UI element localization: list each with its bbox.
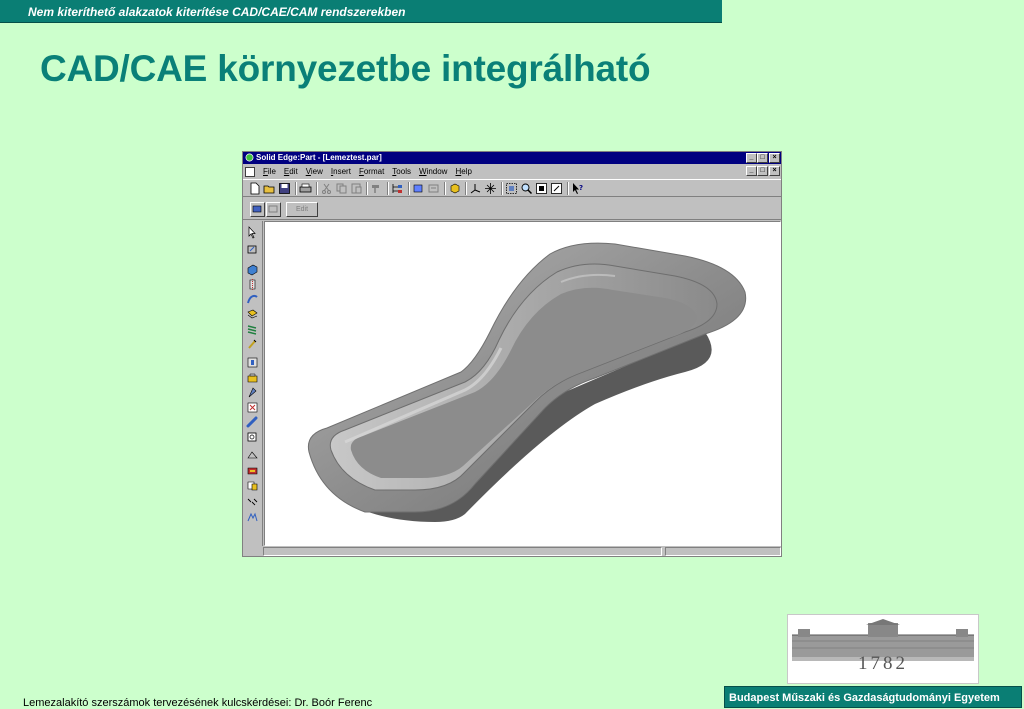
toolbar-separator	[501, 182, 503, 195]
toolbar-separator	[465, 182, 467, 195]
sheet-metal-icon[interactable]	[412, 182, 425, 195]
mirror-icon[interactable]	[246, 496, 259, 509]
sketch-icon[interactable]	[246, 243, 259, 256]
close-button[interactable]: ×	[769, 153, 780, 163]
document-icon[interactable]	[245, 166, 255, 177]
thin-wall-icon[interactable]	[246, 464, 259, 477]
protrusion-icon[interactable]	[246, 263, 259, 276]
svg-text:?: ?	[579, 184, 583, 192]
hole-icon[interactable]	[246, 356, 259, 369]
edit-button[interactable]: Edit	[286, 202, 318, 217]
doc-minimize-button[interactable]: _	[746, 166, 757, 176]
cutout-icon[interactable]	[246, 338, 259, 351]
flatten-icon[interactable]	[427, 182, 440, 195]
web-network-icon[interactable]	[246, 401, 259, 414]
toolbar-separator	[387, 182, 389, 195]
solid-edge-window: Solid Edge:Part - [Lemeztest.par] _ □ × …	[242, 151, 782, 557]
cut-icon[interactable]	[320, 182, 333, 195]
helix-icon[interactable]	[246, 323, 259, 336]
loft-icon[interactable]	[246, 308, 259, 321]
menu-help[interactable]: Help	[455, 167, 471, 176]
part-tree-icon[interactable]	[391, 182, 404, 195]
toolbar-separator	[316, 182, 318, 195]
help-pointer-icon[interactable]: ?	[571, 182, 584, 195]
toolbar-separator	[295, 182, 297, 195]
maximize-button[interactable]: □	[757, 153, 768, 163]
toolbar-separator	[444, 182, 446, 195]
paste-icon[interactable]	[350, 182, 363, 195]
window-titlebar[interactable]: Solid Edge:Part - [Lemeztest.par] _ □ ×	[243, 152, 781, 164]
feature-select-icon	[252, 205, 262, 213]
window-title: Solid Edge:Part - [Lemeztest.par]	[256, 153, 382, 162]
shell-icon[interactable]	[246, 371, 259, 384]
standard-toolbar: ?	[243, 179, 781, 197]
menu-edit[interactable]: Edit	[284, 167, 298, 176]
sheet-metal-part-model	[307, 242, 747, 522]
menu-insert[interactable]: Insert	[331, 167, 351, 176]
banner-text: Nem kiteríthető alakzatok kiterítése CAD…	[28, 5, 406, 19]
shaded-view-icon[interactable]	[448, 182, 461, 195]
save-icon[interactable]	[278, 182, 291, 195]
view-orient-icon[interactable]	[484, 182, 497, 195]
status-bar	[243, 546, 781, 556]
rib-icon[interactable]	[246, 386, 259, 399]
menu-tools[interactable]: Tools	[392, 167, 411, 176]
doc-close-button[interactable]: ×	[769, 166, 780, 176]
pattern-icon[interactable]	[246, 479, 259, 492]
copy-icon[interactable]	[335, 182, 348, 195]
menu-view[interactable]: View	[306, 167, 323, 176]
footer-university: Budapest Műszaki és Gazdaságtudományi Eg…	[724, 686, 1022, 708]
menubar: File Edit View Insert Format Tools Windo…	[243, 165, 781, 178]
measure-icon[interactable]	[246, 511, 259, 524]
zoom-area-icon[interactable]	[505, 182, 518, 195]
feature-toolbar	[243, 221, 263, 546]
menu-window[interactable]: Window	[419, 167, 447, 176]
slide-title: CAD/CAE környezetbe integrálható	[40, 48, 651, 89]
pan-icon[interactable]	[550, 182, 563, 195]
toolbar-separator	[366, 182, 368, 195]
revolve-icon[interactable]	[246, 278, 259, 291]
print-icon[interactable]	[299, 182, 312, 195]
doc-maximize-button[interactable]: □	[757, 166, 768, 176]
toolbar-separator	[408, 182, 410, 195]
new-file-icon[interactable]	[248, 182, 261, 195]
toolbar-separator	[567, 182, 569, 195]
zoom-icon[interactable]	[520, 182, 533, 195]
solid-edge-app-icon	[245, 153, 254, 162]
fit-icon[interactable]	[535, 182, 548, 195]
minimize-button[interactable]: _	[746, 153, 757, 163]
graphics-viewport[interactable]	[264, 221, 781, 546]
format-painter-icon[interactable]	[370, 182, 383, 195]
logo-year: 1782	[858, 653, 908, 674]
footer-author: Lemezalakító szerszámok tervezésének kul…	[23, 697, 373, 709]
status-coordinates	[665, 547, 781, 556]
feature-ribbon: Edit	[243, 198, 781, 220]
select-arrow-icon[interactable]	[246, 226, 259, 239]
menu-format[interactable]: Format	[359, 167, 384, 176]
top-banner: Nem kiteríthető alakzatok kiterítése CAD…	[0, 0, 722, 23]
coordinate-axes-icon[interactable]	[469, 182, 482, 195]
profile-button[interactable]	[266, 202, 281, 217]
draft-icon[interactable]	[246, 449, 259, 462]
university-logo: 1782	[787, 614, 979, 684]
open-folder-icon[interactable]	[263, 182, 276, 195]
profile-icon	[268, 205, 278, 213]
status-message	[263, 547, 662, 556]
select-feature-button[interactable]	[250, 202, 265, 217]
chamfer-icon[interactable]	[246, 431, 259, 444]
sweep-icon[interactable]	[246, 293, 259, 306]
round-icon[interactable]	[246, 416, 259, 429]
menu-file[interactable]: File	[263, 167, 276, 176]
